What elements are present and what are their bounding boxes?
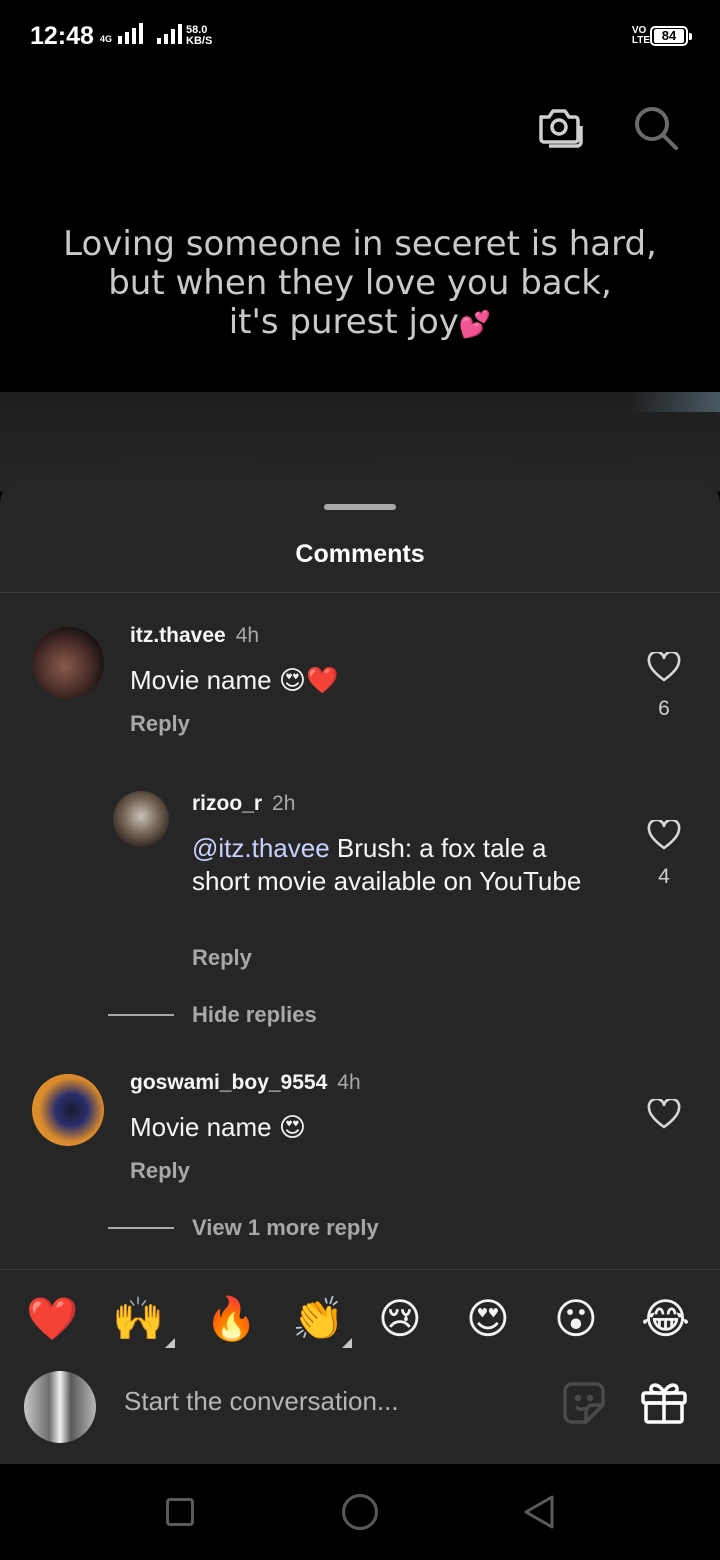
video-backdrop — [0, 392, 720, 492]
avatar[interactable] — [32, 627, 104, 699]
view-more-replies-button[interactable]: View 1 more reply — [192, 1215, 379, 1241]
skin-tone-indicator-icon — [165, 1338, 175, 1348]
signal-icons: 4G — [100, 22, 183, 44]
avatar[interactable] — [113, 791, 169, 847]
camera-icon[interactable] — [537, 105, 583, 154]
comment-username[interactable]: itz.thavee 4h — [130, 624, 259, 648]
sticker-icon[interactable] — [562, 1381, 606, 1430]
post-quote: Loving someone in seceret is hard, but w… — [0, 225, 720, 345]
username-text[interactable]: itz.thavee — [130, 624, 226, 647]
status-bar: 12:48 4G 58.0 KB/S VO LTE 84 — [0, 0, 720, 70]
like-count: 4 — [658, 865, 670, 888]
like-heart-icon[interactable] — [644, 818, 684, 855]
avatar[interactable] — [32, 1074, 104, 1146]
like-count: 6 — [658, 697, 670, 720]
mention-link[interactable]: @itz.thavee — [192, 833, 330, 863]
recents-icon[interactable] — [166, 1498, 194, 1526]
battery-icon: 84 — [650, 26, 692, 46]
comment-text: Movie name 😍 — [130, 1112, 306, 1142]
my-avatar[interactable] — [24, 1371, 96, 1443]
reply-button[interactable]: Reply — [192, 945, 252, 971]
speed-unit: KB/S — [186, 35, 213, 47]
sheet-drag-handle[interactable] — [324, 504, 396, 510]
comment-time: 4h — [235, 624, 260, 647]
volte-line2: LTE — [631, 35, 650, 46]
battery-level: 84 — [654, 29, 684, 43]
search-icon[interactable] — [632, 104, 680, 157]
compose-bar: ❤️ 🙌 🔥 👏 😢 😍 😮 😂 Start the conversation.… — [0, 1269, 720, 1464]
reaction-laughing[interactable]: 😂 — [641, 1294, 690, 1344]
gift-icon[interactable] — [640, 1379, 688, 1430]
network-speed: 58.0 KB/S — [186, 25, 212, 47]
system-navigation-bar — [0, 1464, 720, 1560]
comment-text: Movie name 😍❤️ — [130, 665, 339, 695]
reaction-fire[interactable]: 🔥 — [205, 1294, 257, 1344]
post-line-3: it's purest joy — [228, 302, 459, 342]
reaction-surprised[interactable]: 😮 — [554, 1294, 598, 1344]
thread-line — [108, 1227, 174, 1229]
reply-button[interactable]: Reply — [130, 711, 190, 737]
like-heart-icon[interactable] — [644, 1097, 684, 1134]
reaction-heart[interactable]: ❤️ — [26, 1294, 78, 1344]
comment-time: 2h — [272, 792, 296, 815]
like-heart-icon[interactable] — [644, 650, 684, 687]
thread-line — [108, 1014, 174, 1016]
divider — [0, 592, 720, 593]
post-line-1: Loving someone in seceret is hard, — [63, 224, 657, 264]
username-text[interactable]: rizoo_r — [192, 792, 262, 815]
username-text[interactable]: goswami_boy_9554 — [130, 1071, 327, 1094]
reply-button[interactable]: Reply — [130, 1158, 190, 1184]
comment-input[interactable]: Start the conversation... — [124, 1386, 399, 1417]
comment-time: 4h — [337, 1071, 361, 1094]
network-type: 4G — [100, 34, 113, 44]
two-hearts-icon: 💕 — [458, 310, 492, 340]
comment-text: @itz.thavee Brush: a fox tale a short mo… — [192, 832, 592, 898]
sheet-title: Comments — [295, 540, 425, 568]
home-icon[interactable] — [342, 1494, 378, 1530]
status-time: 12:48 — [30, 22, 94, 50]
reaction-clap[interactable]: 👏 — [292, 1294, 344, 1344]
hide-replies-button[interactable]: Hide replies — [192, 1002, 317, 1028]
skin-tone-indicator-icon — [342, 1338, 352, 1348]
reaction-crying[interactable]: 😢 — [378, 1294, 422, 1344]
reaction-heart-eyes[interactable]: 😍 — [466, 1294, 510, 1344]
comment-username[interactable]: goswami_boy_9554 4h — [130, 1071, 361, 1095]
volte-indicator: VO LTE — [632, 26, 650, 46]
comment-username[interactable]: rizoo_r 2h — [192, 792, 295, 816]
signal-bars-sim1-icon — [118, 22, 144, 44]
reaction-raising-hands[interactable]: 🙌 — [112, 1294, 164, 1344]
post-line-2: but when they love you back, — [108, 263, 612, 303]
signal-bars-sim2-icon — [157, 22, 183, 44]
back-icon[interactable] — [522, 1494, 556, 1535]
